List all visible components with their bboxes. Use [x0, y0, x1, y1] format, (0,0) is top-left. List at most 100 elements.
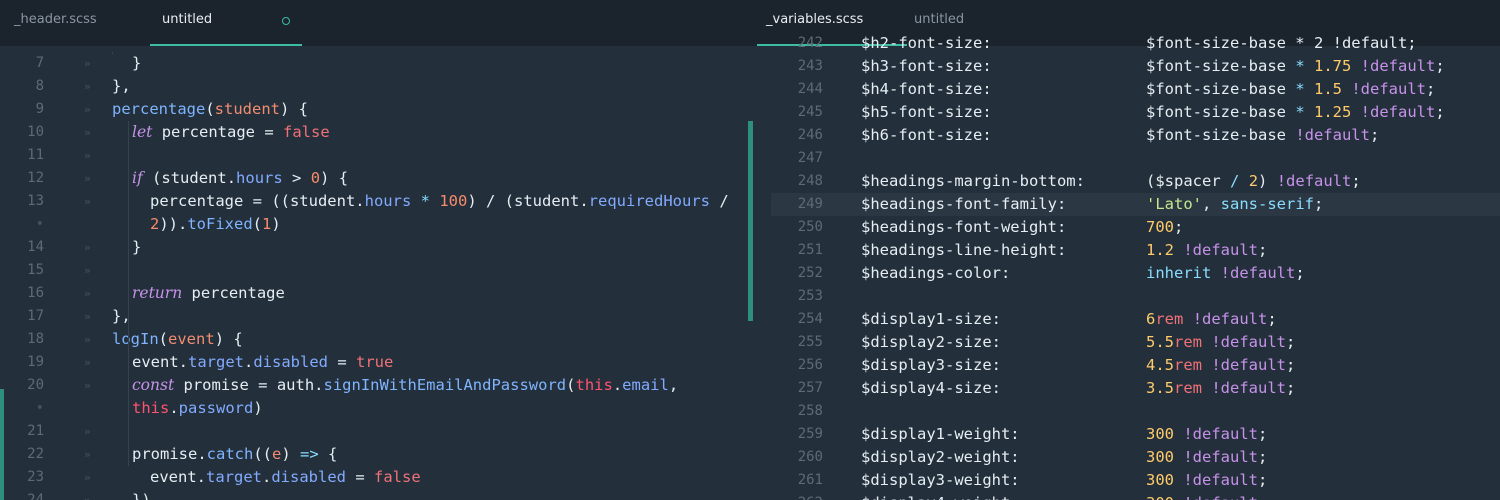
- tab-header-scss[interactable]: _header.scss: [14, 0, 97, 46]
- line-number: 254: [797, 311, 823, 327]
- code-token: !default: [1183, 494, 1258, 500]
- code-token: return: [132, 284, 183, 302]
- code-line: let percentage = false: [132, 121, 330, 144]
- code-token: }: [132, 54, 142, 72]
- code-line: $display2-weight: 300 !default;: [861, 446, 1267, 469]
- code-line: $h2-font-size: $font-size-base * 2 !defau…: [861, 32, 1417, 55]
- code-token: catch: [206, 445, 254, 463]
- modified-indicator-icon: [282, 17, 290, 25]
- code-token: $headings-margin-bottom:: [861, 172, 1085, 190]
- code-line: $headings-line-height: 1.2 !default;: [861, 239, 1267, 262]
- code-token: $h6-font-size:: [861, 126, 992, 144]
- code-token: $font-size-base: [1146, 57, 1296, 75]
- code-line: $display2-size: 5.5rem !default;: [861, 331, 1295, 354]
- code-token: *: [1295, 103, 1305, 121]
- code-token: 5.5: [1146, 333, 1174, 351]
- tab-untitled-left[interactable]: untitled: [162, 0, 212, 46]
- line-number: 251: [797, 242, 823, 258]
- line-number: 7: [35, 55, 44, 71]
- code-line: $h3-font-size: $font-size-base * 1.75 !de…: [861, 55, 1445, 78]
- code-token: ) / (student.: [467, 192, 589, 210]
- line-number: 11: [27, 147, 44, 163]
- code-line: $display4-weight:300 !default;: [861, 492, 1267, 500]
- left-code-area[interactable]: }}, percentage(student) {let percentage =…: [112, 46, 743, 500]
- line-number: 259: [797, 426, 823, 442]
- code-token: $headings-font-weight:: [861, 218, 1067, 236]
- code-token: $font-size-base * 2 !default;: [1146, 34, 1417, 52]
- left-line-gutter: 7 » 8 » 9 » 10 » 11 » 12 » 13 » • 14 » 15 » 16 » 17 » 18 » 19 » 20 »…: [0, 46, 90, 500]
- code-token: 2: [1248, 172, 1259, 190]
- code-token: /: [1230, 172, 1240, 190]
- fold-marker-icon: »: [84, 103, 91, 116]
- line-number: 22: [27, 446, 44, 462]
- code-token: ) {: [280, 100, 308, 118]
- line-number: 262: [757, 492, 823, 500]
- code-token: $display4-weight:: [861, 492, 1146, 500]
- code-token: >: [282, 169, 311, 187]
- code-token: ,: [668, 376, 679, 394]
- code-token: ): [253, 399, 263, 417]
- code-token: event.: [150, 468, 206, 486]
- code-token: ((: [253, 445, 272, 463]
- code-token: rem: [1174, 379, 1202, 397]
- fold-marker-icon: »: [84, 425, 91, 438]
- code-token: percentage: [112, 100, 206, 118]
- fold-marker-icon: »: [84, 494, 91, 500]
- code-token: $display4-size:: [861, 379, 1001, 397]
- code-token: ) {: [214, 330, 243, 348]
- code-line: $headings-color: inherit !default;: [861, 262, 1305, 285]
- code-line: $h4-font-size: $font-size-base * 1.5 !def…: [861, 78, 1435, 101]
- fold-marker-icon: »: [84, 195, 91, 208]
- code-token: ;: [1286, 379, 1296, 397]
- code-line: percentage(student) {: [112, 98, 308, 121]
- left-tab-bar: _header.scss untitled: [0, 0, 757, 46]
- code-line: $headings-font-weight: 700;: [861, 216, 1183, 239]
- scrollbar-thumb[interactable]: [748, 121, 753, 321]
- line-number: 250: [797, 219, 823, 235]
- code-token: (: [158, 330, 169, 348]
- code-token: $headings-line-height:: [861, 241, 1067, 259]
- fold-marker-icon: »: [84, 264, 91, 277]
- fold-marker-icon: »: [84, 241, 91, 254]
- code-token: !default: [1276, 172, 1352, 190]
- code-token: 4.5: [1146, 356, 1174, 374]
- code-token: this: [575, 376, 613, 394]
- code-line: $display3-weight: 300 !default;: [861, 469, 1267, 492]
- line-number: 252: [797, 265, 823, 281]
- code-token: 1.25: [1314, 103, 1352, 121]
- code-token: 'Lato': [1146, 195, 1202, 213]
- code-token: sans-serif: [1220, 195, 1314, 213]
- code-token: !default: [1183, 241, 1258, 259]
- fold-marker-icon: »: [84, 448, 91, 461]
- code-token: $h5-font-size:: [861, 103, 992, 121]
- code-token: (: [205, 100, 215, 118]
- line-number: 244: [797, 81, 823, 97]
- fold-marker-icon: »: [84, 57, 91, 70]
- code-token: $h3-font-size:: [861, 57, 992, 75]
- code-line: const promise = auth.signInWithEmailAndP…: [132, 374, 678, 397]
- code-token: $display2-size:: [861, 333, 1001, 351]
- code-token: $display3-size:: [861, 356, 1001, 374]
- code-token: hours: [236, 169, 283, 187]
- code-token: ;: [1435, 103, 1445, 121]
- fold-marker-icon: »: [84, 310, 91, 323]
- code-line: $display4-size: 3.5rem !default;: [861, 377, 1295, 400]
- code-token: percentage = ((student.: [150, 192, 365, 210]
- tab-label: untitled: [162, 12, 213, 27]
- line-number: 18: [27, 331, 44, 347]
- fold-marker-icon: »: [84, 80, 91, 93]
- right-code-area[interactable]: $h2-font-size: $font-size-base * 2 !defau…: [861, 34, 1500, 500]
- fold-marker-icon: »: [84, 149, 91, 162]
- code-token: logIn: [112, 330, 159, 348]
- code-token: !default: [1211, 333, 1286, 351]
- code-token: 1: [262, 215, 272, 233]
- line-number: 255: [797, 334, 823, 350]
